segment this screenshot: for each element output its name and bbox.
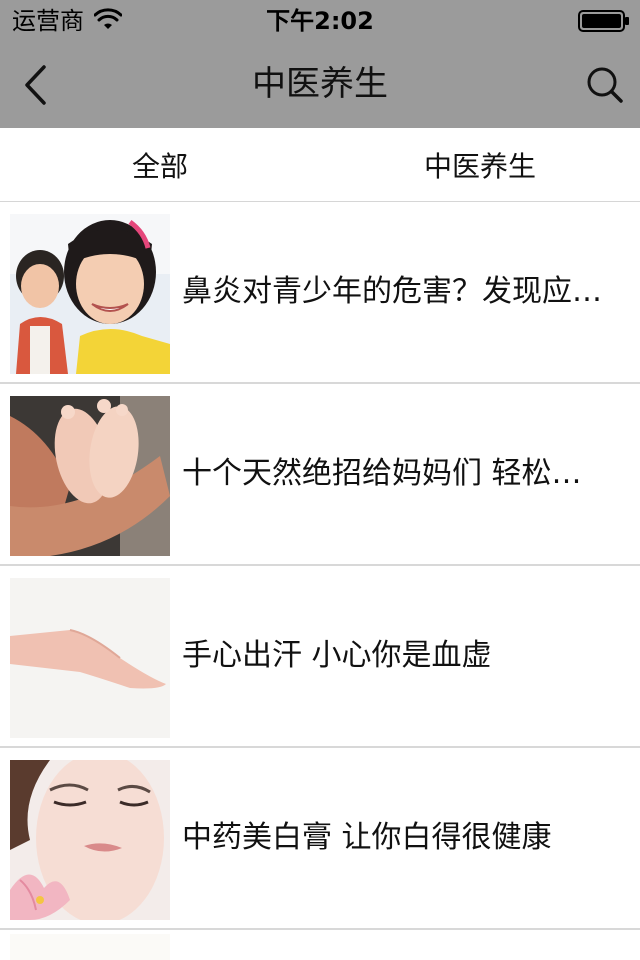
nav-bar: 中医养生 (0, 40, 640, 128)
article-title: 中药美白膏 让你白得很健康 (182, 820, 552, 855)
article-thumbnail (10, 396, 170, 556)
article-thumbnail (10, 578, 170, 738)
screen: 运营商 下午2:02 中医养生 全部 中医养生 鼻炎对青少年的危害？发现应… 十… (0, 0, 640, 960)
article-thumbnail (10, 214, 170, 374)
article-title: 手心出汗 小心你是血虚 (182, 638, 492, 673)
article-thumbnail (10, 934, 170, 960)
article-thumbnail (10, 760, 170, 920)
article-title: 鼻炎对青少年的危害？发现应… (182, 274, 602, 309)
battery-icon (578, 10, 629, 32)
header: 运营商 下午2:02 中医养生 (0, 0, 640, 128)
search-icon (587, 67, 623, 103)
status-time: 下午2:02 (266, 7, 374, 35)
list-item[interactable]: 手心出汗 小心你是血虚 (0, 566, 640, 748)
category-tabs: 全部 中医养生 (0, 128, 640, 202)
article-title: 十个天然绝招给妈妈们 轻松… (182, 456, 582, 491)
page-title: 中医养生 (252, 64, 388, 104)
list-item[interactable]: 中药美白膏 让你白得很健康 (0, 748, 640, 930)
article-list: 鼻炎对青少年的危害？发现应… 十个天然绝招给妈妈们 轻松… 手心出汗 小心你是血… (0, 202, 640, 930)
list-item[interactable]: 鼻炎对青少年的危害？发现应… (0, 202, 640, 384)
list-item-partial[interactable] (0, 934, 640, 960)
list-item[interactable]: 十个天然绝招给妈妈们 轻松… (0, 384, 640, 566)
tab-tcm-health[interactable]: 中医养生 (320, 128, 640, 201)
search-button[interactable] (580, 60, 630, 110)
tab-all[interactable]: 全部 (0, 128, 320, 201)
status-bar: 运营商 下午2:02 (0, 0, 640, 40)
